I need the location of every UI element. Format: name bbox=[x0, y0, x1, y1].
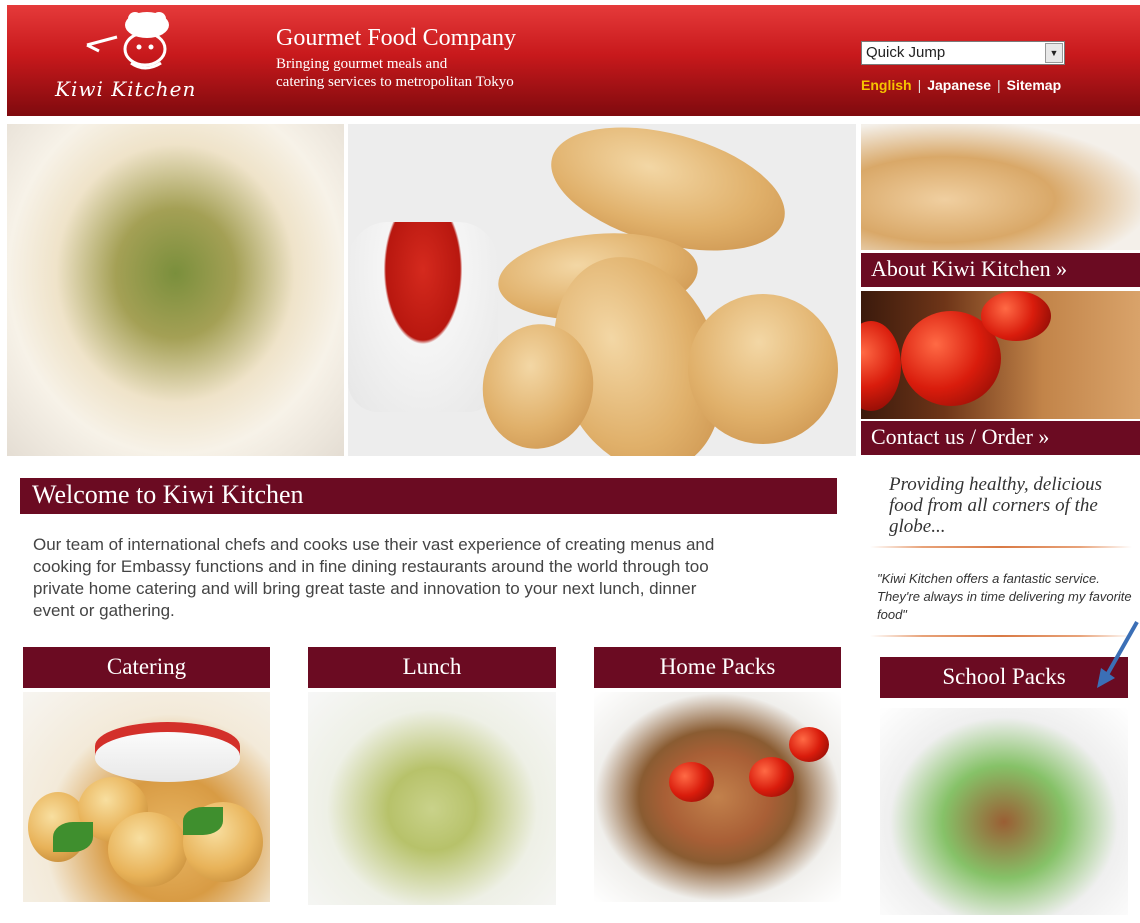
lunch-image[interactable] bbox=[308, 692, 556, 905]
tagline-line-1: Bringing gourmet meals and bbox=[276, 56, 448, 72]
lunch-link[interactable]: Lunch bbox=[308, 647, 556, 688]
about-link[interactable]: About Kiwi Kitchen » bbox=[861, 253, 1140, 287]
divider bbox=[870, 546, 1132, 548]
site-logo[interactable]: Kiwi Kitchen bbox=[47, 7, 227, 107]
testimonial-quote: "Kiwi Kitchen offers a fantastic service… bbox=[877, 571, 1132, 622]
school-packs-link[interactable]: School Packs bbox=[880, 657, 1128, 698]
quick-jump-select[interactable]: Quick Jump ▼ bbox=[861, 41, 1065, 65]
pastry-puff bbox=[108, 812, 188, 887]
parsley-leaf bbox=[183, 807, 223, 835]
nav-japanese[interactable]: Japanese bbox=[927, 77, 991, 93]
tomato bbox=[789, 727, 829, 762]
catering-link[interactable]: Catering bbox=[23, 647, 270, 688]
contact-order-link[interactable]: Contact us / Order » bbox=[861, 421, 1140, 455]
nav-separator: | bbox=[997, 77, 1001, 93]
tagline: Bringing gourmet meals and catering serv… bbox=[276, 55, 596, 91]
hero-image-empanadas bbox=[348, 124, 856, 456]
logo-text: Kiwi Kitchen bbox=[55, 77, 197, 101]
nav-english[interactable]: English bbox=[861, 77, 912, 93]
tomato bbox=[861, 321, 901, 411]
side-image-tomatoes[interactable] bbox=[861, 291, 1140, 419]
divider bbox=[870, 635, 1132, 637]
providing-tagline: Providing healthy, delicious food from a… bbox=[889, 474, 1103, 537]
chef-logo-icon bbox=[86, 12, 169, 70]
parsley-leaf bbox=[53, 822, 93, 852]
welcome-title: Welcome to Kiwi Kitchen bbox=[20, 478, 837, 514]
company-name: Gourmet Food Company bbox=[276, 25, 516, 51]
site-header: Kiwi Kitchen Gourmet Food Company Bringi… bbox=[7, 5, 1140, 116]
tomato bbox=[981, 291, 1051, 341]
side-image-tartlets[interactable] bbox=[861, 124, 1140, 250]
sauce-ramekin bbox=[95, 722, 240, 782]
tomato bbox=[669, 762, 714, 802]
nav-separator: | bbox=[917, 77, 922, 93]
arrow-annotation-icon bbox=[1097, 621, 1139, 688]
language-nav: English | Japanese | Sitemap bbox=[861, 77, 1061, 93]
school-packs-image[interactable] bbox=[880, 708, 1128, 915]
hero-image-pastry bbox=[7, 124, 344, 456]
home-packs-link[interactable]: Home Packs bbox=[594, 647, 841, 688]
home-packs-image[interactable] bbox=[594, 692, 841, 902]
dip-bowl bbox=[348, 222, 498, 412]
tomato bbox=[749, 757, 794, 797]
tagline-line-2: catering services to metropolitan Tokyo bbox=[276, 74, 514, 90]
welcome-body: Our team of international chefs and cook… bbox=[33, 535, 715, 620]
catering-image[interactable] bbox=[23, 692, 270, 902]
quick-jump-value: Quick Jump bbox=[866, 44, 946, 61]
chevron-down-icon[interactable]: ▼ bbox=[1045, 43, 1063, 63]
nav-sitemap[interactable]: Sitemap bbox=[1007, 77, 1061, 93]
